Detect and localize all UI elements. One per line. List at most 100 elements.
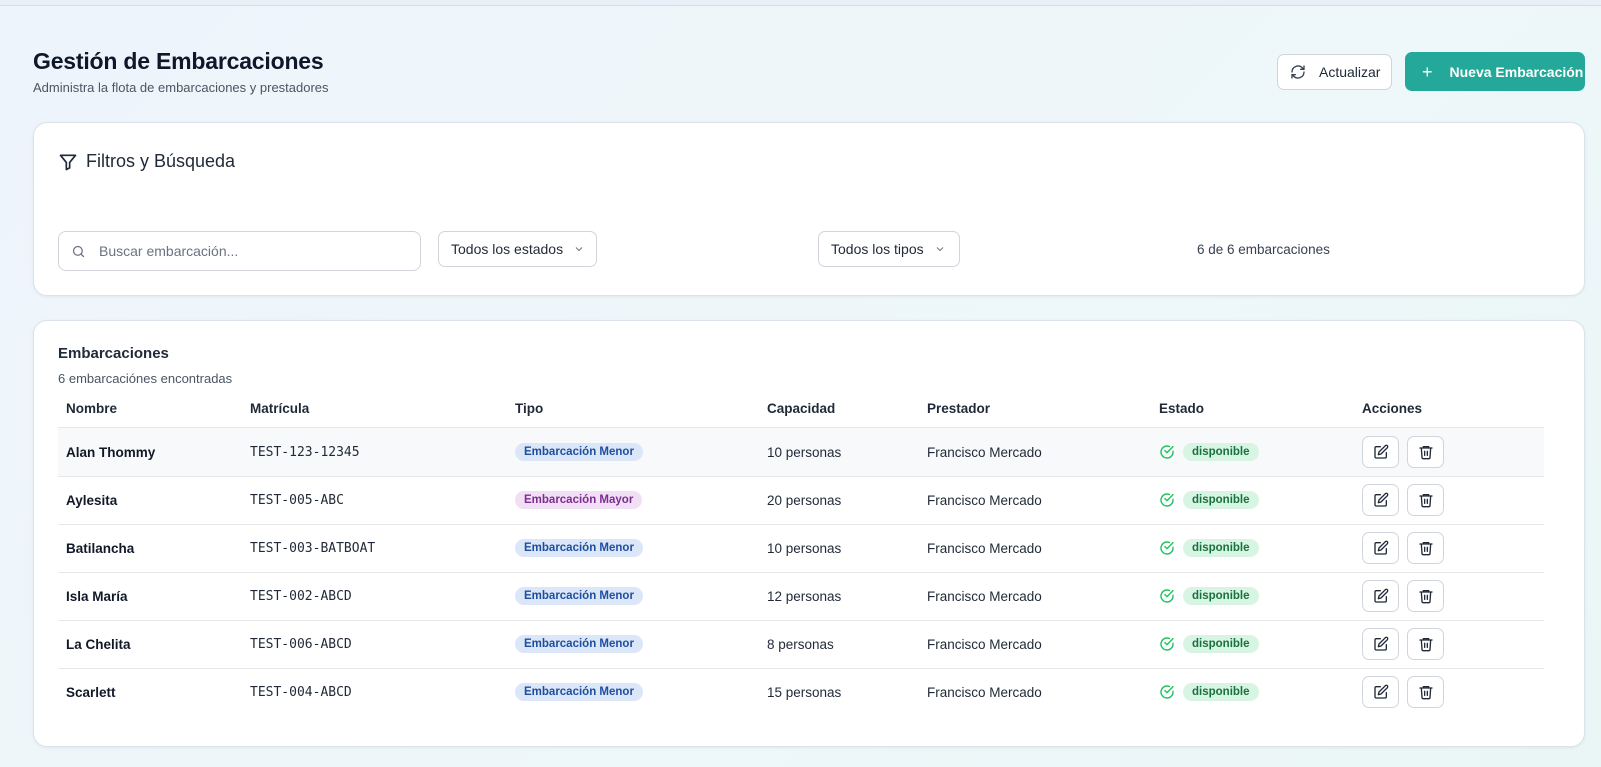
- boat-capacity: 15 personas: [767, 684, 842, 700]
- delete-button[interactable]: [1407, 580, 1444, 612]
- edit-button[interactable]: [1362, 532, 1399, 564]
- boat-registration: TEST-003-BATBOAT: [250, 540, 376, 556]
- column-header-capacidad: Capacidad: [767, 401, 836, 416]
- edit-icon: [1373, 684, 1388, 699]
- table-row: Isla María TEST-002-ABCD Embarcación Menor…: [58, 572, 1544, 621]
- trash-icon: [1418, 590, 1433, 604]
- table-row: Batilancha TEST-003-BATBOAT Embarcación Me…: [58, 524, 1544, 573]
- column-header-prestador: Prestador: [927, 401, 991, 416]
- column-header-matricula: Matrícula: [250, 401, 310, 416]
- check-circle-icon: [1160, 637, 1174, 651]
- status-badge: disponible: [1183, 491, 1259, 509]
- boat-type-badge: Embarcación Menor: [515, 539, 643, 557]
- boat-provider: Francisco Mercado: [927, 684, 1042, 700]
- boat-type-cell: Embarcación Menor: [515, 524, 643, 572]
- boat-name: Aylesita: [66, 492, 118, 508]
- boat-status-cell: disponible: [1159, 476, 1259, 524]
- boat-type-cell: Embarcación Menor: [515, 668, 643, 716]
- column-header-estado: Estado: [1159, 401, 1205, 416]
- status-filter-value: Todos los estados: [451, 241, 564, 257]
- status-filter-select[interactable]: Todos los estados: [438, 231, 597, 267]
- column-header-tipo: Tipo: [515, 401, 544, 416]
- boats-table-card: Embarcaciones 6 embarcaciónes encontrada…: [33, 320, 1585, 747]
- edit-icon: [1373, 444, 1388, 459]
- boat-registration: TEST-006-ABCD: [250, 636, 352, 652]
- search-icon: [72, 245, 85, 257]
- boat-type-badge: Embarcación Menor: [515, 635, 643, 653]
- status-badge: disponible: [1183, 539, 1259, 557]
- boat-capacity: 10 personas: [767, 540, 842, 556]
- boat-status-cell: disponible: [1159, 668, 1259, 716]
- boat-registration: TEST-005-ABC: [250, 492, 344, 508]
- boat-type-cell: Embarcación Menor: [515, 428, 643, 476]
- boat-type-cell: Embarcación Menor: [515, 572, 643, 620]
- delete-button[interactable]: [1407, 436, 1444, 468]
- boat-status-cell: disponible: [1159, 572, 1259, 620]
- delete-button[interactable]: [1407, 532, 1444, 564]
- new-boat-button[interactable]: + Nueva Embarcación: [1405, 52, 1585, 91]
- table-row: Scarlett TEST-004-ABCD Embarcación Menor 15…: [58, 668, 1544, 717]
- boat-type-badge: Embarcación Menor: [515, 587, 643, 605]
- table-row: Aylesita TEST-005-ABC Embarcación Mayor 20 …: [58, 476, 1544, 525]
- boat-capacity: 8 personas: [767, 636, 834, 652]
- edit-button[interactable]: [1362, 436, 1399, 468]
- boat-status-cell: disponible: [1159, 620, 1259, 668]
- filters-card: Filtros y Búsqueda Todos los estados Tod…: [33, 122, 1585, 296]
- edit-button[interactable]: [1362, 628, 1399, 660]
- results-count: 6 de 6 embarcaciones: [1197, 242, 1330, 257]
- boat-capacity: 10 personas: [767, 444, 842, 460]
- boat-capacity: 12 personas: [767, 588, 842, 604]
- chevron-down-icon: [575, 247, 583, 252]
- new-boat-button-label: Nueva Embarcación: [1449, 63, 1584, 80]
- trash-icon: [1418, 542, 1433, 556]
- delete-button[interactable]: [1407, 676, 1444, 708]
- edit-button[interactable]: [1362, 676, 1399, 708]
- trash-icon: [1418, 446, 1433, 460]
- boat-provider: Francisco Mercado: [927, 636, 1042, 652]
- chevron-down-icon: [936, 247, 943, 252]
- delete-button[interactable]: [1407, 484, 1444, 516]
- boat-type-cell: Embarcación Menor: [515, 620, 643, 668]
- status-badge: disponible: [1183, 443, 1259, 461]
- type-filter-value: Todos los tipos: [831, 241, 924, 257]
- boat-type-badge: Embarcación Mayor: [515, 491, 643, 509]
- check-circle-icon: [1160, 685, 1174, 699]
- search-field[interactable]: [58, 231, 421, 271]
- boat-provider: Francisco Mercado: [927, 492, 1042, 508]
- boat-name: Alan Thommy: [66, 444, 156, 460]
- table-header: Nombre Matrícula Tipo Capacidad Prestado…: [58, 391, 1544, 428]
- table-row: Alan Thommy TEST-123-12345 Embarcación Men…: [58, 428, 1544, 477]
- edit-icon: [1373, 636, 1388, 651]
- plus-icon: +: [1422, 61, 1433, 82]
- boat-name: Scarlett: [66, 684, 116, 700]
- check-circle-icon: [1160, 541, 1174, 555]
- boat-status-cell: disponible: [1159, 524, 1259, 572]
- status-badge: disponible: [1183, 635, 1259, 653]
- trash-icon: [1418, 686, 1433, 700]
- check-circle-icon: [1160, 493, 1174, 507]
- boat-registration: TEST-002-ABCD: [250, 588, 352, 604]
- edit-icon: [1373, 540, 1388, 555]
- boat-type-cell: Embarcación Mayor: [515, 476, 643, 524]
- table-title: Embarcaciones: [58, 345, 169, 362]
- table-row: La Chelita TEST-006-ABCD Embarcación Menor…: [58, 620, 1544, 669]
- check-circle-icon: [1160, 445, 1174, 459]
- edit-icon: [1373, 492, 1388, 507]
- delete-button[interactable]: [1407, 628, 1444, 660]
- boat-status-cell: disponible: [1159, 428, 1259, 476]
- boat-type-badge: Embarcación Menor: [515, 683, 643, 701]
- boat-provider: Francisco Mercado: [927, 588, 1042, 604]
- filters-title: Filtros y Búsqueda: [86, 151, 236, 171]
- column-header-acciones: Acciones: [1362, 401, 1423, 416]
- refresh-button-label: Actualizar: [1319, 64, 1381, 80]
- edit-button[interactable]: [1362, 484, 1399, 516]
- edit-button[interactable]: [1362, 580, 1399, 612]
- edit-icon: [1373, 588, 1388, 603]
- type-filter-select[interactable]: Todos los tipos: [818, 231, 960, 267]
- top-border: [0, 0, 1601, 6]
- boat-registration: TEST-004-ABCD: [250, 684, 352, 700]
- boat-name: La Chelita: [66, 636, 131, 652]
- boat-capacity: 20 personas: [767, 492, 842, 508]
- refresh-button[interactable]: Actualizar: [1277, 54, 1392, 90]
- search-input[interactable]: [99, 243, 399, 259]
